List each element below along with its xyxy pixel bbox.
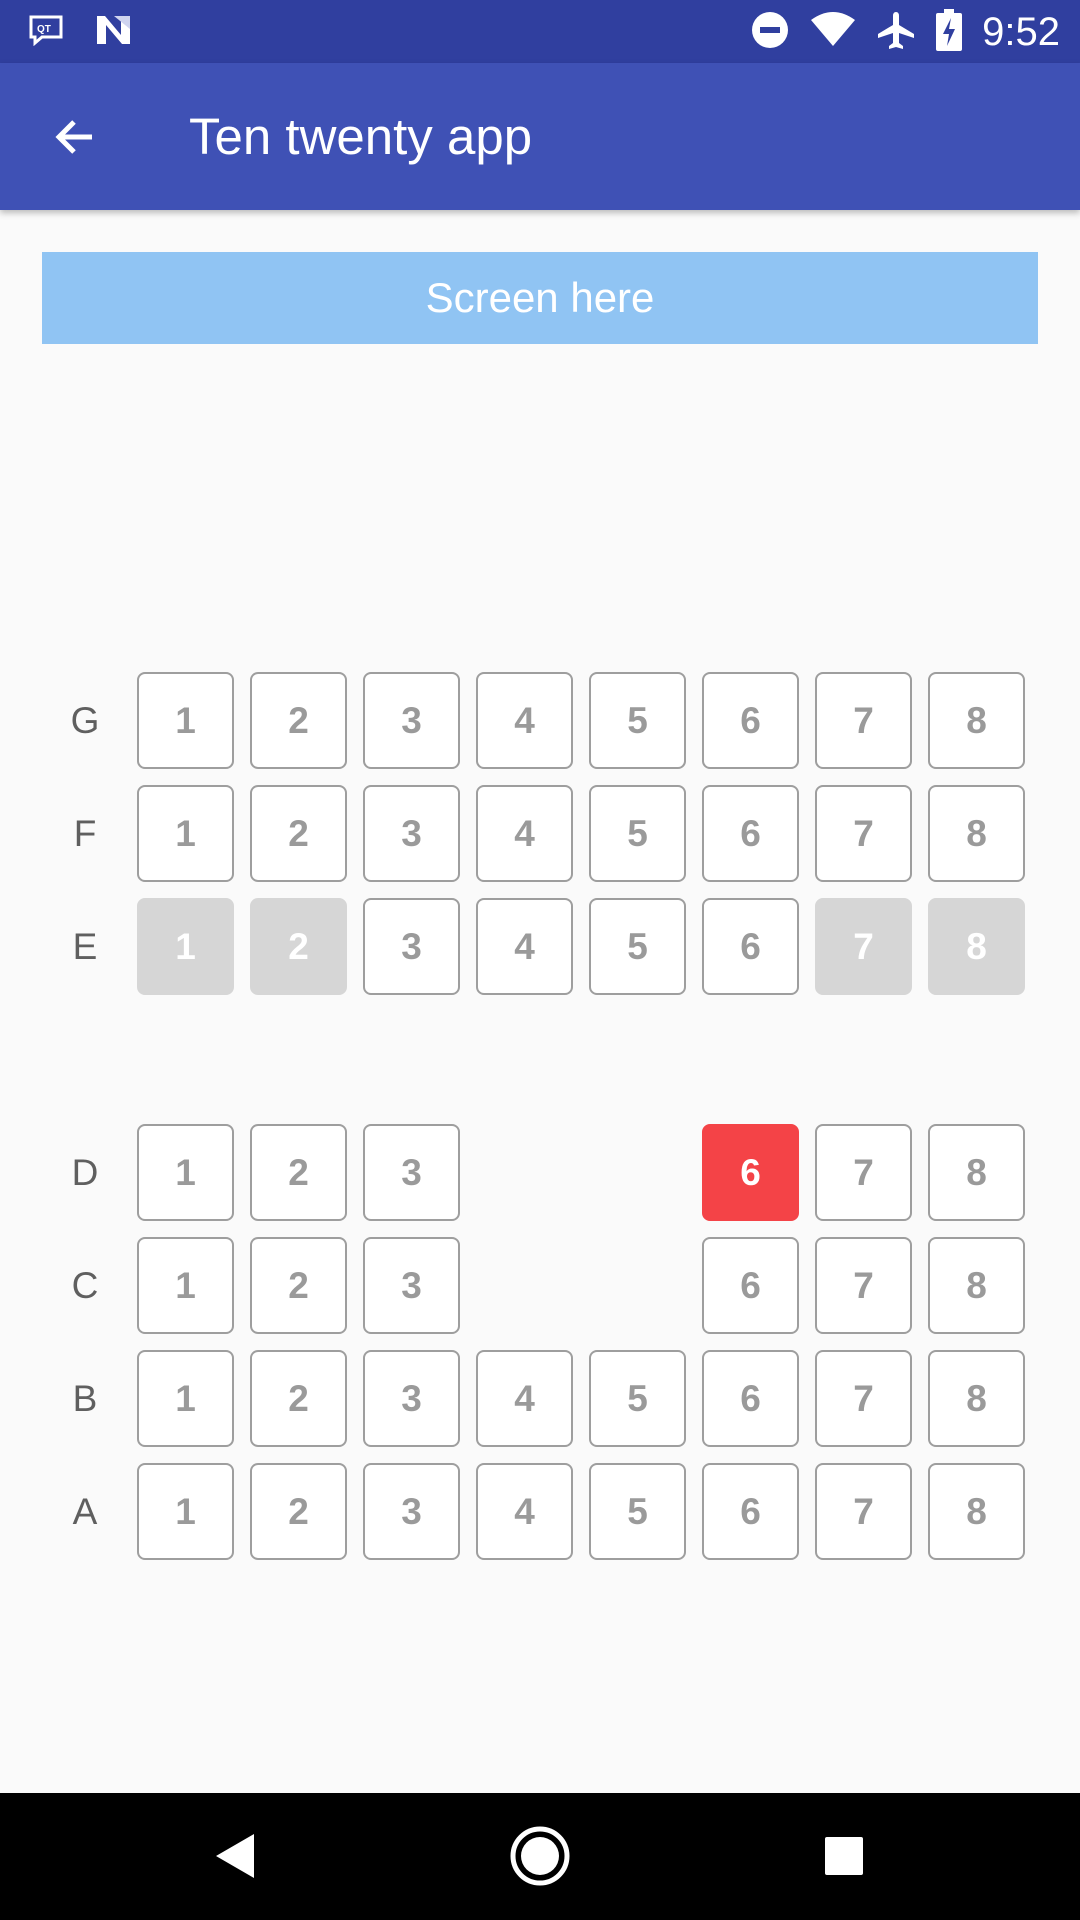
seat-a3[interactable]: 3: [363, 1463, 460, 1560]
svg-text:QT: QT: [37, 24, 51, 35]
battery-charging-icon: [936, 8, 963, 56]
seat-e2: 2: [250, 898, 347, 995]
seat-c2[interactable]: 2: [250, 1237, 347, 1334]
seat-a8[interactable]: 8: [928, 1463, 1025, 1560]
seat-row-d: D123 678: [0, 1124, 1080, 1221]
seat-d8[interactable]: 8: [928, 1124, 1025, 1221]
seat-e5[interactable]: 5: [589, 898, 686, 995]
nav-home-icon[interactable]: [505, 1821, 575, 1891]
seat-g1[interactable]: 1: [137, 672, 234, 769]
seat-b2[interactable]: 2: [250, 1350, 347, 1447]
seat-row-e: E12345678: [0, 898, 1080, 995]
seat-g8[interactable]: 8: [928, 672, 1025, 769]
seat-b1[interactable]: 1: [137, 1350, 234, 1447]
seat-d7[interactable]: 7: [815, 1124, 912, 1221]
row-label: E: [72, 926, 98, 967]
seat-d1[interactable]: 1: [137, 1124, 234, 1221]
seat-row-a: A12345678: [0, 1463, 1080, 1560]
seat-a5[interactable]: 5: [589, 1463, 686, 1560]
seat-d2[interactable]: 2: [250, 1124, 347, 1221]
screen-banner: Screen here: [42, 252, 1038, 344]
seat-a7[interactable]: 7: [815, 1463, 912, 1560]
seat-e6[interactable]: 6: [702, 898, 799, 995]
seat-b6[interactable]: 6: [702, 1350, 799, 1447]
arrow-back-icon[interactable]: [46, 109, 102, 165]
seat-f1[interactable]: 1: [137, 785, 234, 882]
nav-recents-icon[interactable]: [809, 1821, 879, 1891]
do-not-disturb-icon: [750, 10, 790, 55]
seat-f2[interactable]: 2: [250, 785, 347, 882]
seat-c1[interactable]: 1: [137, 1237, 234, 1334]
seat-g4[interactable]: 4: [476, 672, 573, 769]
airplane-icon: [876, 10, 916, 55]
row-label: F: [73, 813, 97, 854]
seat-c7[interactable]: 7: [815, 1237, 912, 1334]
qt-notification-icon: QT: [28, 14, 64, 51]
nav-back-icon[interactable]: [200, 1821, 270, 1891]
n-notification-icon: [94, 13, 134, 52]
seat-b3[interactable]: 3: [363, 1350, 460, 1447]
seat-row-g: G12345678: [0, 672, 1080, 769]
clock: 9:52: [982, 9, 1060, 54]
seat-b5[interactable]: 5: [589, 1350, 686, 1447]
seat-c6[interactable]: 6: [702, 1237, 799, 1334]
seat-row-b: B12345678: [0, 1350, 1080, 1447]
seat-f5[interactable]: 5: [589, 785, 686, 882]
seat-e8: 8: [928, 898, 1025, 995]
seat-f3[interactable]: 3: [363, 785, 460, 882]
wifi-icon: [810, 11, 856, 53]
seat-g7[interactable]: 7: [815, 672, 912, 769]
app-bar: Ten twenty app: [0, 63, 1080, 210]
seat-e3[interactable]: 3: [363, 898, 460, 995]
seat-c8[interactable]: 8: [928, 1237, 1025, 1334]
row-label: C: [71, 1265, 99, 1306]
seat-g2[interactable]: 2: [250, 672, 347, 769]
seat-a1[interactable]: 1: [137, 1463, 234, 1560]
status-right-icons: 9:52: [750, 8, 1060, 56]
seat-f8[interactable]: 8: [928, 785, 1025, 882]
seat-f4[interactable]: 4: [476, 785, 573, 882]
seat-e1: 1: [137, 898, 234, 995]
seat-a4[interactable]: 4: [476, 1463, 573, 1560]
status-left-icons: QT: [28, 12, 134, 52]
seat-d6[interactable]: 6: [702, 1124, 799, 1221]
seat-a2[interactable]: 2: [250, 1463, 347, 1560]
row-label: D: [71, 1152, 99, 1193]
seat-b8[interactable]: 8: [928, 1350, 1025, 1447]
row-label: G: [70, 700, 100, 741]
seat-d3[interactable]: 3: [363, 1124, 460, 1221]
row-label: A: [72, 1491, 98, 1532]
seat-f7[interactable]: 7: [815, 785, 912, 882]
row-label: B: [72, 1378, 98, 1419]
seat-e4[interactable]: 4: [476, 898, 573, 995]
seat-e7: 7: [815, 898, 912, 995]
seat-g3[interactable]: 3: [363, 672, 460, 769]
seat-f6[interactable]: 6: [702, 785, 799, 882]
seat-g6[interactable]: 6: [702, 672, 799, 769]
seat-a6[interactable]: 6: [702, 1463, 799, 1560]
seat-g5[interactable]: 5: [589, 672, 686, 769]
seat-b7[interactable]: 7: [815, 1350, 912, 1447]
seat-row-f: F12345678: [0, 785, 1080, 882]
status-bar: QT 9:52: [0, 0, 1080, 63]
system-nav-bar: [0, 1793, 1080, 1920]
seat-row-c: C123 678: [0, 1237, 1080, 1334]
app-title: Ten twenty app: [189, 108, 533, 165]
seat-b4[interactable]: 4: [476, 1350, 573, 1447]
seat-c3[interactable]: 3: [363, 1237, 460, 1334]
